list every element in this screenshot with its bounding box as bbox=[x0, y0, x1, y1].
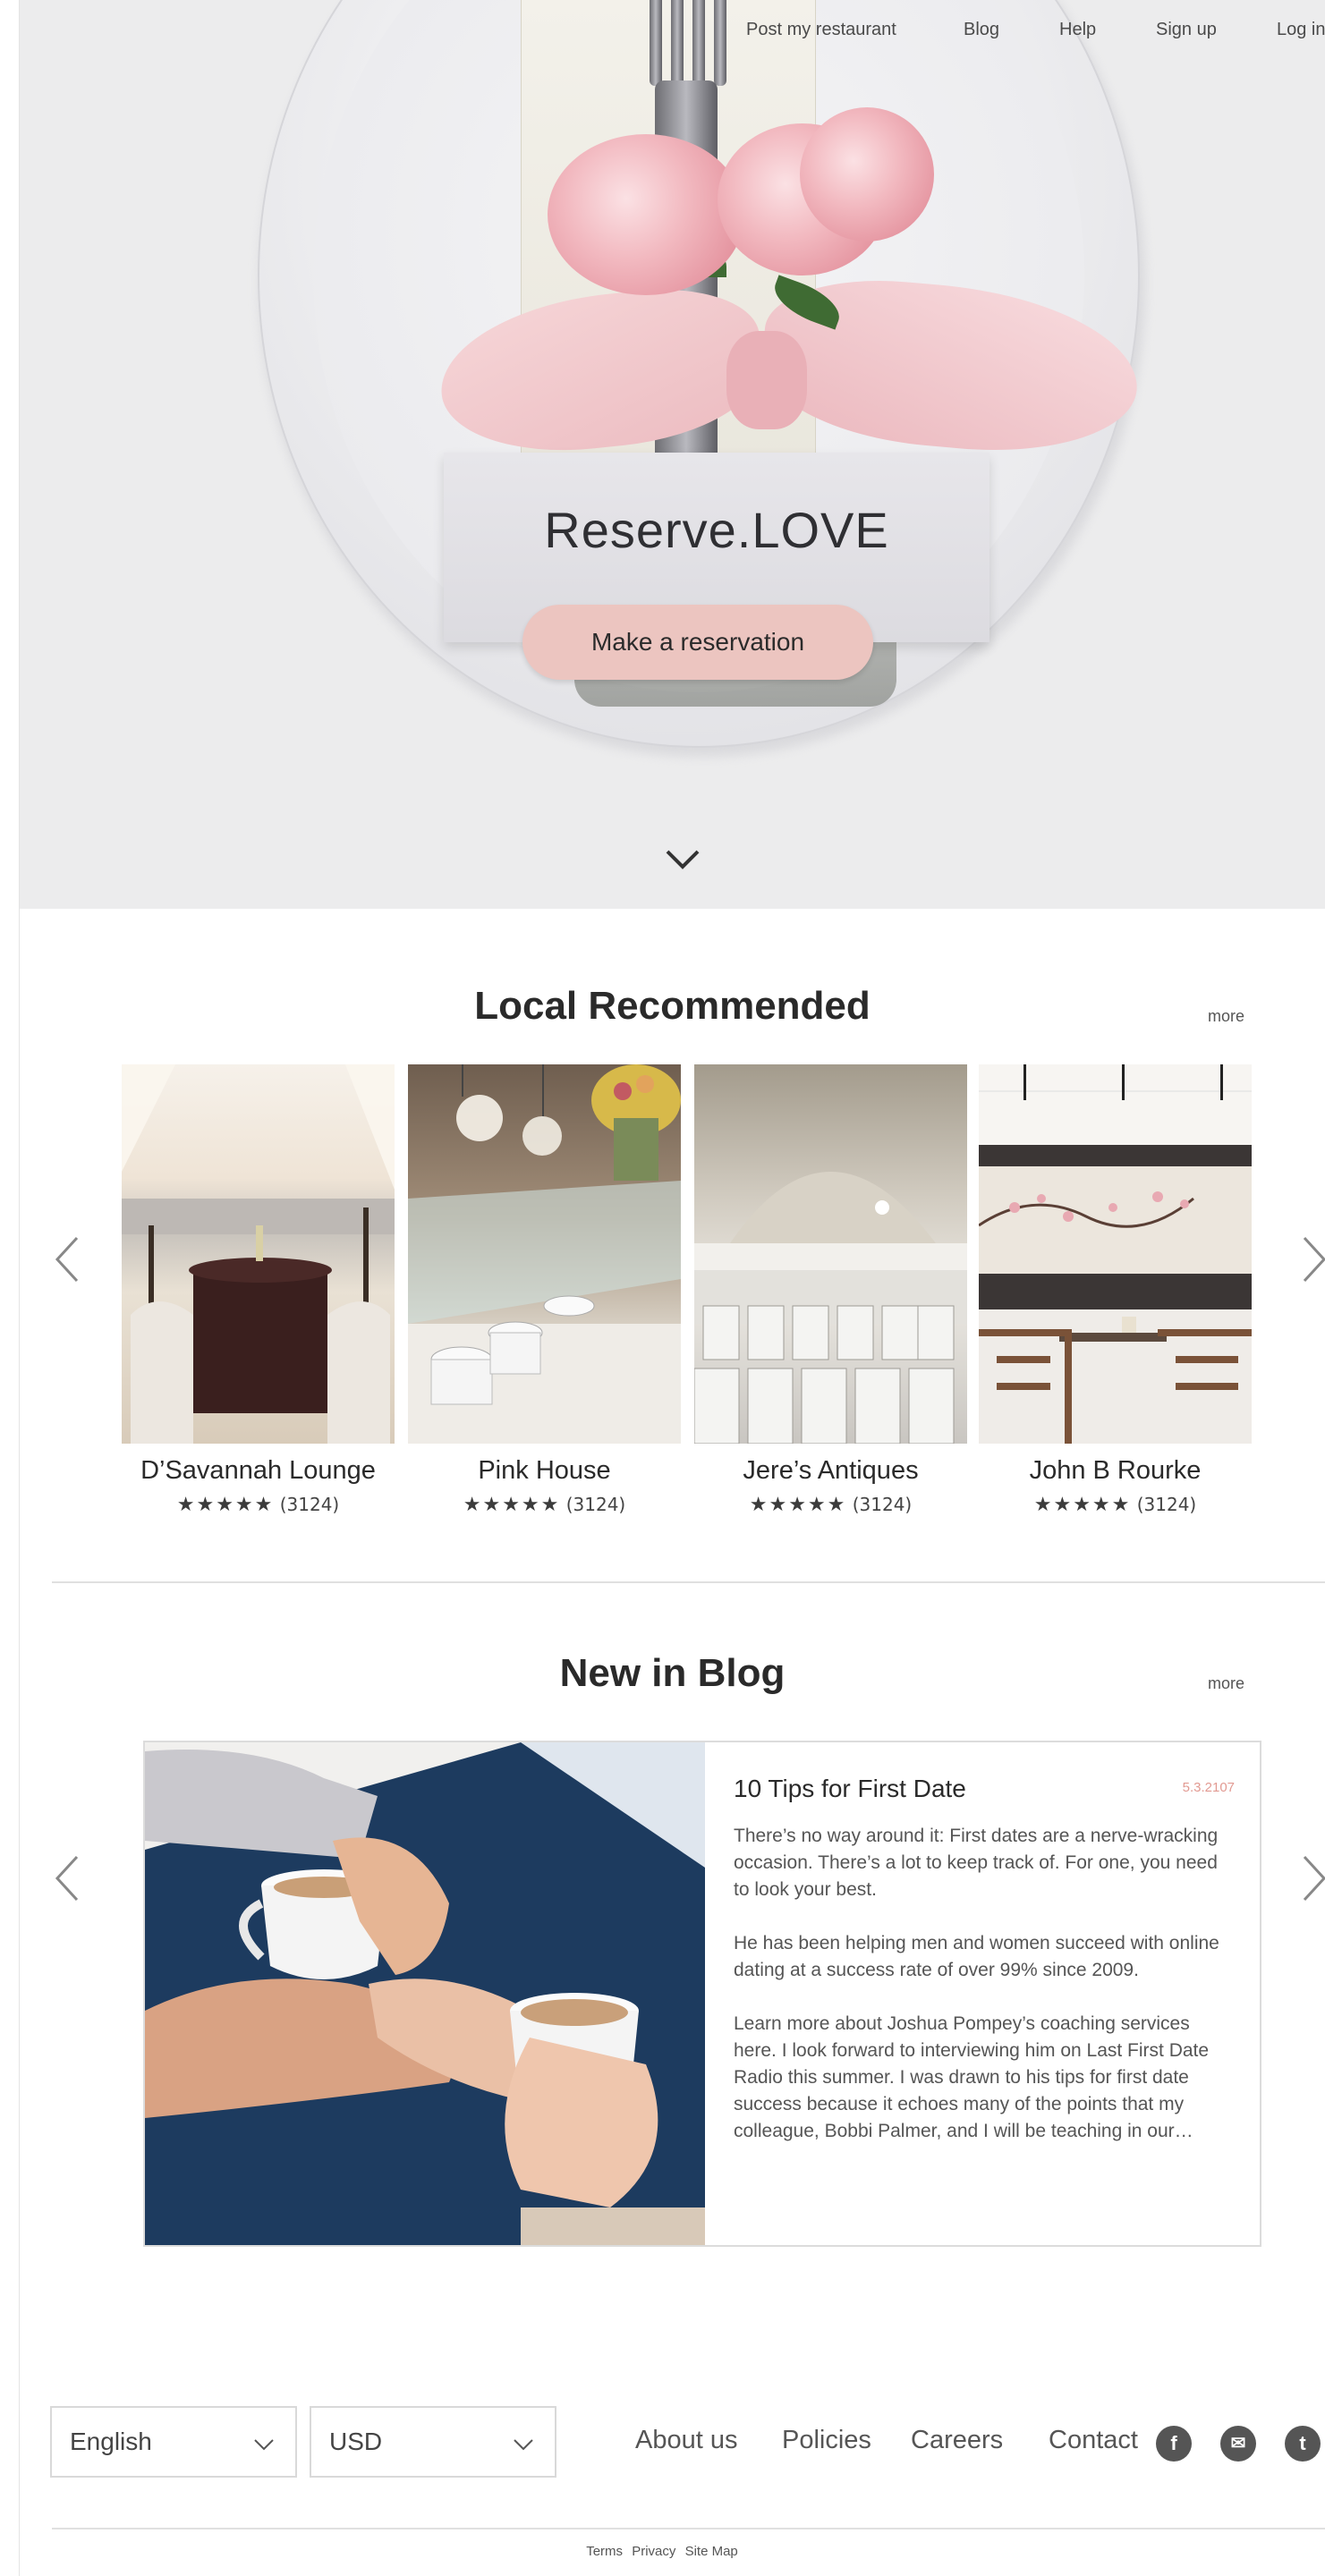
review-count: (3124) bbox=[565, 1494, 626, 1515]
review-count: (3124) bbox=[279, 1494, 340, 1515]
star-rating-icon: ★★★★★ bbox=[1033, 1494, 1132, 1516]
star-rating-icon: ★★★★★ bbox=[463, 1494, 561, 1516]
footer-link-contact[interactable]: Contact bbox=[1049, 2426, 1138, 2455]
nav-blog[interactable]: Blog bbox=[964, 20, 999, 40]
footer-link-careers[interactable]: Careers bbox=[911, 2426, 1003, 2455]
local-more-link[interactable]: more bbox=[1208, 1007, 1244, 1026]
chevron-down-icon bbox=[254, 2439, 274, 2451]
restaurant-name[interactable]: Jere’s Antiques bbox=[694, 1456, 967, 1486]
hero-section: Reserve.LOVE Make a reservation Post my … bbox=[20, 0, 1325, 909]
blog-more-link[interactable]: more bbox=[1208, 1674, 1244, 1693]
blog-post-excerpt: There’s no way around it: First dates ar… bbox=[734, 1823, 1235, 2172]
restaurant-image[interactable] bbox=[408, 1064, 681, 1444]
review-count: (3124) bbox=[852, 1494, 913, 1515]
restaurant-image[interactable] bbox=[979, 1064, 1252, 1444]
blog-post-title[interactable]: 10 Tips for First Date bbox=[734, 1775, 966, 1803]
section-divider bbox=[52, 1581, 1325, 1583]
restaurant-name[interactable]: John B Rourke bbox=[979, 1456, 1252, 1486]
blog-post-card[interactable]: 10 Tips for First Date 5.3.2107 There’s … bbox=[143, 1741, 1261, 2247]
site-map-link[interactable]: Site Map bbox=[685, 2544, 738, 2559]
chevron-down-icon bbox=[514, 2439, 533, 2451]
nav-help[interactable]: Help bbox=[1059, 20, 1096, 40]
top-nav: Post my restaurant Blog Help Sign up Log… bbox=[20, 20, 1325, 47]
restaurant-rating: ★★★★★ (3124) bbox=[408, 1494, 681, 1516]
nav-log-in[interactable]: Log in bbox=[1277, 20, 1325, 40]
blog-paragraph: He has been helping men and women succee… bbox=[734, 1933, 1219, 1980]
nav-sign-up[interactable]: Sign up bbox=[1156, 20, 1217, 40]
local-recommended-title: Local Recommended bbox=[474, 984, 871, 1028]
page-left-edge bbox=[0, 0, 20, 2576]
chevron-right-icon[interactable] bbox=[1295, 1233, 1325, 1286]
review-count: (3124) bbox=[1136, 1494, 1197, 1515]
blog-post-date: 5.3.2107 bbox=[1182, 1780, 1235, 1795]
chevron-right-icon[interactable] bbox=[1295, 1852, 1325, 1905]
language-value: English bbox=[70, 2428, 152, 2455]
email-icon[interactable]: ✉ bbox=[1220, 2426, 1256, 2462]
footer-link-policies[interactable]: Policies bbox=[782, 2426, 871, 2455]
language-select[interactable]: English bbox=[50, 2406, 297, 2478]
make-reservation-button[interactable]: Make a reservation bbox=[522, 605, 873, 680]
restaurant-rating: ★★★★★ (3124) bbox=[979, 1494, 1252, 1516]
chevron-left-icon[interactable] bbox=[50, 1233, 86, 1286]
restaurant-rating: ★★★★★ (3124) bbox=[694, 1494, 967, 1516]
blog-paragraph: Learn more about Joshua Pompey’s coachin… bbox=[734, 2013, 1210, 2141]
star-rating-icon: ★★★★★ bbox=[749, 1494, 847, 1516]
blog-post-image bbox=[145, 1742, 705, 2245]
chevron-left-icon[interactable] bbox=[50, 1852, 86, 1905]
restaurant-image[interactable] bbox=[694, 1064, 967, 1444]
footer-divider bbox=[52, 2528, 1325, 2529]
restaurant-image[interactable] bbox=[122, 1064, 395, 1444]
page: Reserve.LOVE Make a reservation Post my … bbox=[20, 0, 1325, 2576]
currency-select[interactable]: USD bbox=[310, 2406, 556, 2478]
footer-link-about[interactable]: About us bbox=[635, 2426, 737, 2455]
facebook-icon[interactable]: f bbox=[1156, 2426, 1192, 2462]
rose-image bbox=[800, 107, 934, 242]
brand-title: Reserve.LOVE bbox=[544, 502, 889, 558]
star-rating-icon: ★★★★★ bbox=[176, 1494, 275, 1516]
privacy-link[interactable]: Privacy bbox=[632, 2544, 675, 2559]
tumblr-icon[interactable]: t bbox=[1285, 2426, 1321, 2462]
chevron-down-icon[interactable] bbox=[662, 839, 703, 880]
restaurant-name[interactable]: Pink House bbox=[408, 1456, 681, 1486]
terms-link[interactable]: Terms bbox=[586, 2544, 623, 2559]
rose-image bbox=[548, 134, 744, 295]
restaurant-rating: ★★★★★ (3124) bbox=[122, 1494, 395, 1516]
new-in-blog-title: New in Blog bbox=[559, 1651, 786, 1695]
currency-value: USD bbox=[329, 2428, 383, 2455]
blog-paragraph: There’s no way around it: First dates ar… bbox=[734, 1826, 1219, 1900]
nav-post-restaurant[interactable]: Post my restaurant bbox=[746, 20, 896, 40]
legal-links: Terms Privacy Site Map bbox=[0, 2544, 1324, 2559]
restaurant-name[interactable]: D’Savannah Lounge bbox=[122, 1456, 395, 1486]
